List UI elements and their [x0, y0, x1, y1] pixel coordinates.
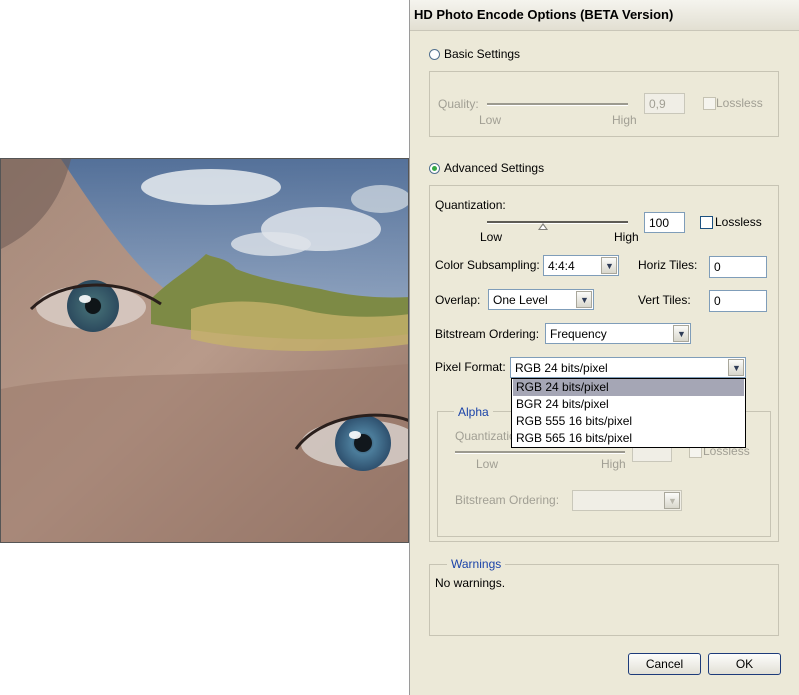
alpha-quantization-slider-track[interactable] — [455, 451, 625, 454]
quality-label: Quality: — [438, 97, 479, 111]
pixel-format-dropdown-list: RGB 24 bits/pixel BGR 24 bits/pixel RGB … — [511, 378, 746, 448]
quantization-lossless-label: Lossless — [715, 215, 762, 229]
preview-image — [0, 158, 409, 543]
alpha-bitstream-ordering-label: Bitstream Ordering: — [455, 493, 560, 507]
bitstream-ordering-select[interactable]: Frequency ▼ — [545, 323, 691, 344]
cancel-button[interactable]: Cancel — [628, 653, 701, 675]
pixel-format-option[interactable]: BGR 24 bits/pixel — [513, 396, 744, 413]
warnings-group — [429, 564, 779, 636]
bitstream-ordering-label: Bitstream Ordering: — [435, 327, 540, 341]
warnings-caption: Warnings — [447, 557, 506, 571]
dialog-title: HD Photo Encode Options (BETA Version) — [414, 7, 674, 22]
alpha-low-label: Low — [476, 457, 499, 471]
color-subsampling-dropdown-button[interactable]: ▼ — [601, 257, 617, 274]
pixel-format-dropdown-button[interactable]: ▼ — [728, 359, 744, 376]
quantization-lossless-checkbox[interactable] — [700, 216, 713, 229]
bitstream-ordering-dropdown-button[interactable]: ▼ — [673, 325, 689, 342]
bitstream-ordering-value: Frequency — [550, 327, 607, 341]
quality-high-label: High — [612, 113, 637, 127]
alpha-quantization-label: Quantizatio — [455, 429, 516, 443]
horiz-tiles-input[interactable]: 0 — [709, 256, 767, 278]
pixel-format-select[interactable]: RGB 24 bits/pixel ▼ — [510, 357, 746, 378]
chevron-down-icon: ▼ — [580, 295, 589, 305]
advanced-settings-label[interactable]: Advanced Settings — [444, 161, 544, 175]
basic-settings-label[interactable]: Basic Settings — [444, 47, 520, 61]
quality-lossless-checkbox[interactable] — [703, 97, 716, 110]
ok-button[interactable]: OK — [708, 653, 781, 675]
quality-lossless-label: Lossless — [716, 96, 763, 110]
quantization-label: Quantization: — [435, 198, 506, 212]
pixel-format-label: Pixel Format: — [435, 360, 506, 374]
chevron-down-icon: ▼ — [732, 363, 741, 373]
color-subsampling-value: 4:4:4 — [548, 259, 575, 273]
pixel-format-option[interactable]: RGB 24 bits/pixel — [513, 379, 744, 396]
horiz-tiles-label: Horiz Tiles: — [638, 258, 698, 272]
chevron-down-icon: ▼ — [677, 329, 686, 339]
advanced-settings-radio[interactable] — [429, 163, 440, 174]
color-subsampling-label: Color Subsampling: — [435, 258, 540, 272]
chevron-down-icon: ▼ — [605, 261, 614, 271]
title-bar[interactable]: HD Photo Encode Options (BETA Version) — [410, 0, 799, 31]
warnings-text: No warnings. — [435, 576, 506, 590]
alpha-caption: Alpha — [454, 405, 493, 419]
basic-settings-radio[interactable] — [429, 49, 440, 60]
pixel-format-option[interactable]: RGB 555 16 bits/pixel — [513, 413, 744, 430]
vert-tiles-label: Vert Tiles: — [638, 293, 691, 307]
alpha-bitstream-ordering-select[interactable]: ▼ — [572, 490, 682, 511]
quantization-high-label: High — [614, 230, 639, 244]
alpha-bitstream-dropdown-button[interactable]: ▼ — [664, 492, 680, 509]
pixel-format-option[interactable]: RGB 565 16 bits/pixel — [513, 430, 744, 447]
overlap-value: One Level — [493, 293, 548, 307]
chevron-down-icon: ▼ — [668, 496, 677, 506]
quality-low-label: Low — [479, 113, 502, 127]
quantization-slider-thumb[interactable] — [538, 223, 548, 230]
quality-slider-track[interactable] — [487, 103, 628, 106]
quantization-slider-track[interactable] — [487, 221, 628, 224]
pixel-format-value: RGB 24 bits/pixel — [515, 361, 608, 375]
color-subsampling-select[interactable]: 4:4:4 ▼ — [543, 255, 619, 276]
overlap-label: Overlap: — [435, 293, 481, 307]
overlap-select[interactable]: One Level ▼ — [488, 289, 594, 310]
quantization-input[interactable]: 100 — [644, 212, 685, 233]
vert-tiles-input[interactable]: 0 — [709, 290, 767, 312]
quantization-low-label: Low — [480, 230, 503, 244]
overlap-dropdown-button[interactable]: ▼ — [576, 291, 592, 308]
quality-input[interactable]: 0,9 — [644, 93, 685, 114]
alpha-high-label: High — [601, 457, 626, 471]
